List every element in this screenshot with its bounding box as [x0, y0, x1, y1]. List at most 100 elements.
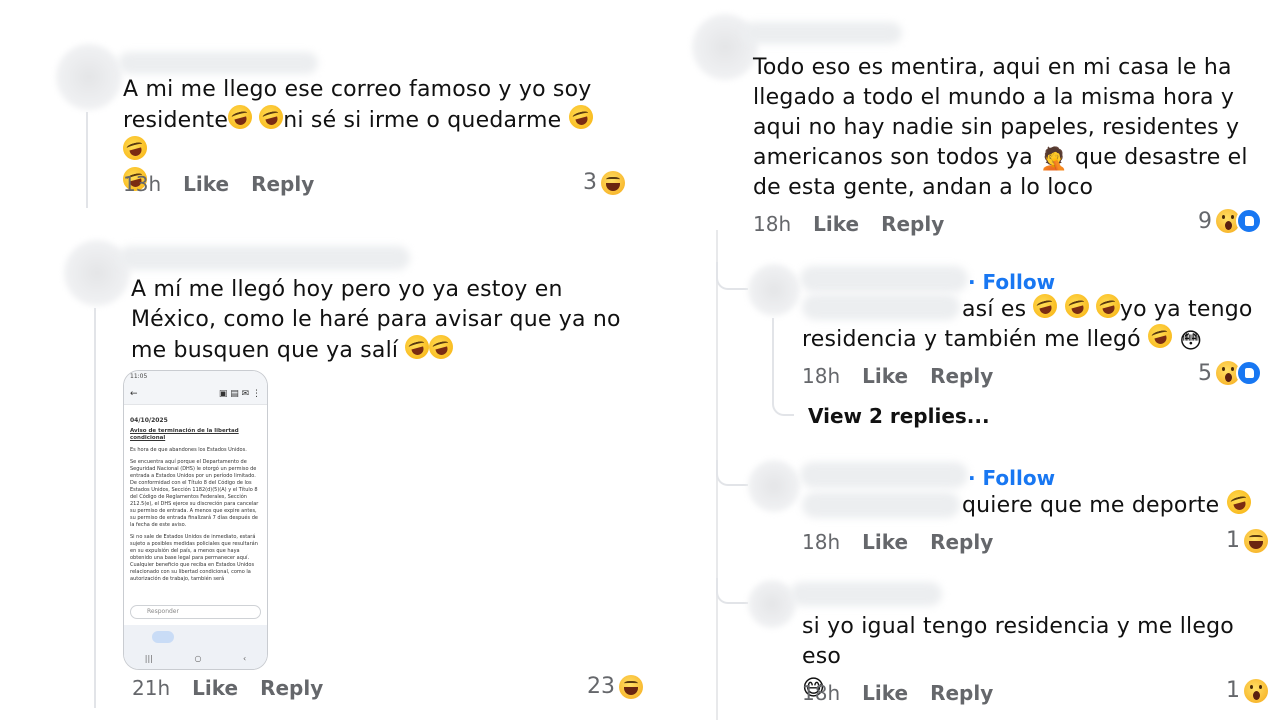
rofl-emoji-icon: [1030, 291, 1061, 321]
email-paragraph: Si no sale de Estados Unidos de inmediat…: [130, 534, 258, 582]
rofl-emoji-icon: [1145, 321, 1175, 351]
like-reaction-icon: [1236, 360, 1262, 386]
avatar[interactable]: [56, 44, 122, 110]
comment-text: así es yo ya tengo: [962, 291, 1262, 325]
author-name-redacted[interactable]: [118, 246, 410, 270]
phone-toolbar: ← ▣ ▤ ✉ ⋮: [130, 389, 261, 399]
email-date: 04/10/2025: [130, 417, 168, 424]
comment-text: Todo eso es mentira, aqui en mi casa le …: [753, 53, 1263, 203]
comment-text: quiere que me deporte: [962, 487, 1262, 521]
comment-actions: 13h Like Reply: [123, 172, 314, 196]
like-button[interactable]: Like: [862, 681, 908, 705]
follow-button[interactable]: · Follow: [968, 270, 1055, 294]
reaction-summary[interactable]: 5: [1198, 360, 1262, 386]
system-nav: ||| ○ ‹: [144, 654, 247, 663]
author-name-redacted[interactable]: [742, 22, 902, 44]
comment-text-part: quiere que me deporte: [962, 493, 1220, 518]
rofl-emoji-icon: [120, 133, 150, 163]
person-facepalming-emoji-icon: 🤦: [1040, 147, 1068, 172]
like-reaction-icon: [1236, 208, 1262, 234]
reply-button[interactable]: Reply: [930, 681, 993, 705]
thread-line: [86, 112, 88, 208]
rofl-emoji-icon: [1093, 291, 1123, 321]
rofl-emoji-icon: [1223, 487, 1254, 517]
follow-button[interactable]: · Follow: [968, 466, 1055, 490]
timestamp[interactable]: 21h: [132, 676, 170, 700]
thread-connector: [716, 578, 748, 604]
email-subject: Aviso de terminación de la libertad cond…: [130, 428, 239, 441]
avatar[interactable]: [748, 460, 800, 512]
comment-text-part: A mí me llegó hoy pero yo ya estoy en Mé…: [131, 277, 621, 363]
thread-connector: [772, 392, 794, 416]
flushed-face-emoji-icon: 😳: [1179, 329, 1203, 354]
comment-actions: 18h Like Reply: [802, 681, 993, 705]
reply-button[interactable]: Reply: [930, 530, 993, 554]
timestamp[interactable]: 18h: [802, 530, 840, 554]
back-arrow-icon: ←: [130, 389, 138, 399]
attachment-image[interactable]: 11:05 ← ▣ ▤ ✉ ⋮ 04/10/2025 Aviso de term…: [123, 370, 268, 670]
reaction-count: 3: [583, 170, 597, 195]
reply-button[interactable]: Reply: [881, 212, 944, 236]
reaction-count: 23: [587, 674, 615, 699]
comment-text-part: ni sé si irme o quedarme: [283, 108, 562, 133]
timestamp[interactable]: 18h: [802, 681, 840, 705]
toolbar-icons: ▣ ▤ ✉ ⋮: [218, 389, 261, 399]
reaction-summary[interactable]: 3: [583, 170, 625, 195]
email-paragraph: Es hora de que abandones los Estados Uni…: [130, 447, 247, 453]
rofl-emoji-icon: [256, 102, 286, 132]
haha-icon: [1244, 528, 1268, 553]
timestamp[interactable]: 13h: [123, 172, 161, 196]
comment-actions: 18h Like Reply: [802, 530, 993, 554]
reaction-count: 1: [1226, 528, 1240, 553]
email-reply-field: Responder: [130, 605, 261, 619]
like-button[interactable]: Like: [862, 364, 908, 388]
rofl-emoji-icon: [565, 102, 596, 132]
comment-text-part: si yo igual tengo residencia y me llego …: [802, 614, 1234, 669]
rofl-emoji-icon: [225, 102, 255, 132]
author-name-redacted[interactable]: [790, 582, 942, 606]
thread-connector: [716, 460, 748, 486]
tears-of-joy-emoji-icon: [402, 332, 433, 362]
thread-line: [94, 308, 96, 708]
reply-button[interactable]: Reply: [930, 364, 993, 388]
reaction-summary[interactable]: 23: [587, 674, 643, 699]
reply-button[interactable]: Reply: [251, 172, 314, 196]
phone-header: 11:05 ← ▣ ▤ ✉ ⋮: [124, 371, 267, 405]
tears-of-joy-emoji-icon: [426, 332, 457, 362]
author-name-redacted[interactable]: [800, 462, 968, 488]
comment-text: residencia y también me llegó 😳: [802, 321, 1262, 355]
comment-text-part: así es: [962, 297, 1027, 322]
reaction-count: 9: [1198, 208, 1212, 234]
rofl-emoji-icon: [1061, 291, 1092, 321]
phone-nav-bar: ||| ○ ‹: [124, 625, 267, 669]
author-name-redacted[interactable]: [118, 52, 318, 74]
phone-status-time: 11:05: [130, 373, 148, 380]
author-name-redacted[interactable]: [802, 294, 960, 320]
thread-line: [772, 318, 774, 402]
reaction-summary[interactable]: 1: [1226, 678, 1268, 703]
mail-icon: [152, 631, 174, 643]
comment-text-part: yo ya tengo: [1119, 297, 1253, 322]
author-name-redacted[interactable]: [802, 492, 960, 518]
author-name-redacted[interactable]: [800, 266, 968, 292]
haha-icon: [601, 170, 625, 195]
reply-button[interactable]: Reply: [260, 676, 323, 700]
reaction-summary[interactable]: 1: [1226, 528, 1268, 553]
timestamp[interactable]: 18h: [753, 212, 791, 236]
comment-text-part: residencia y también me llegó: [802, 327, 1141, 352]
like-button[interactable]: Like: [862, 530, 908, 554]
comment-actions: 21h Like Reply: [132, 676, 323, 700]
like-button[interactable]: Like: [183, 172, 229, 196]
thread-connector: [716, 262, 748, 290]
email-paragraph: Se encuentra aquí porque el Departamento…: [130, 459, 259, 528]
haha-icon: [619, 674, 643, 699]
like-button[interactable]: Like: [813, 212, 859, 236]
avatar[interactable]: [748, 580, 796, 628]
wow-icon: [1244, 678, 1268, 703]
reaction-summary[interactable]: 9: [1198, 208, 1262, 234]
avatar[interactable]: [748, 264, 800, 316]
timestamp[interactable]: 18h: [802, 364, 840, 388]
view-replies-link[interactable]: View 2 replies...: [808, 404, 990, 428]
comment-actions: 18h Like Reply: [753, 212, 944, 236]
like-button[interactable]: Like: [192, 676, 238, 700]
